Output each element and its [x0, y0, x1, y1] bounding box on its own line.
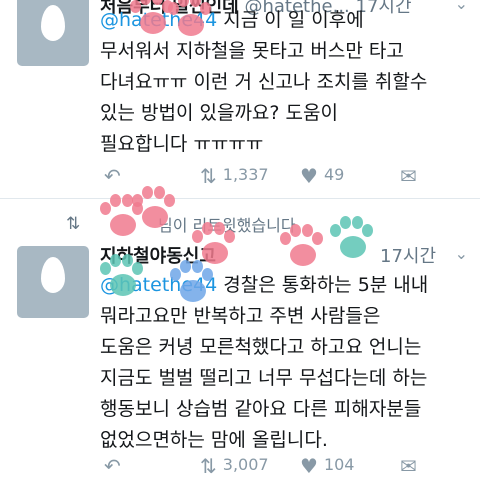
heart-icon: ♥ [300, 163, 318, 188]
envelope-icon: ✉ [400, 453, 417, 478]
egg-avatar-icon [41, 5, 65, 41]
chevron-down-icon[interactable]: ⌄ [455, 0, 468, 13]
heart-icon: ♥ [300, 453, 318, 478]
envelope-icon: ✉ [400, 163, 417, 188]
reply-icon: ↶ [104, 163, 121, 188]
retweet-button[interactable]: ⇅ 1,337 [200, 160, 269, 190]
retweet-icon: ⇅ [200, 453, 217, 478]
like-button[interactable]: ♥ 104 [300, 450, 354, 480]
like-count: 49 [323, 165, 345, 184]
tweet-actions: ↶ ⇅ 3,007 ♥ 104 ✉ [100, 450, 460, 480]
reply-button[interactable]: ↶ [104, 160, 127, 190]
retweet-icon: ⇅ [66, 214, 81, 234]
retweet-button[interactable]: ⇅ 3,007 [200, 450, 269, 480]
timestamp[interactable]: 17시간 [380, 242, 436, 268]
egg-avatar-icon [41, 257, 65, 293]
chevron-down-icon[interactable]: ⌄ [455, 244, 468, 263]
avatar[interactable] [17, 246, 89, 318]
retweet-count: 1,337 [222, 165, 269, 184]
avatar[interactable] [17, 0, 89, 66]
retweet-icon: ⇅ [200, 163, 217, 188]
retweet-count: 3,007 [222, 455, 269, 474]
reply-icon: ↶ [104, 453, 121, 478]
direct-message-button[interactable]: ✉ [400, 160, 423, 190]
tweet-actions: ↶ ⇅ 1,337 ♥ 49 ✉ [100, 160, 460, 190]
direct-message-button[interactable]: ✉ [400, 450, 423, 480]
reply-button[interactable]: ↶ [104, 450, 127, 480]
like-button[interactable]: ♥ 49 [300, 160, 344, 190]
tweet-card[interactable]: ⇅ 님이 리트윗했습니다 지하철야동신고 17시간 ⌄ @hatethe44 경… [0, 200, 480, 480]
tweet-text: @hatethe44 경찰은 통화하는 5분 내내 뭐라고요만 반복하고 주변 … [100, 274, 429, 451]
divider [0, 198, 480, 199]
tweet-card[interactable]: 처음부터 일찐인데 @hatethe... 17시간 ⌄ @hatethe44 … [0, 0, 480, 200]
like-count: 104 [323, 455, 355, 474]
